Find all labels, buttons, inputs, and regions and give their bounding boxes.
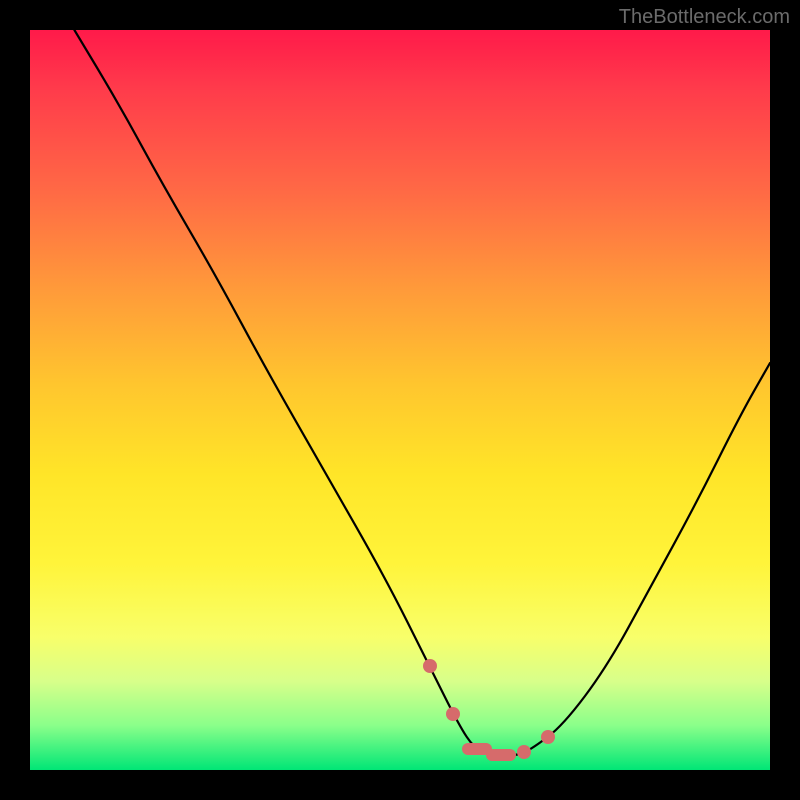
watermark-text: TheBottleneck.com bbox=[619, 6, 790, 29]
highlight-marker bbox=[517, 745, 531, 759]
chart-plot-area bbox=[30, 30, 770, 770]
highlight-marker bbox=[423, 659, 437, 673]
highlight-marker bbox=[541, 730, 555, 744]
highlight-marker bbox=[486, 749, 516, 761]
highlight-marker bbox=[446, 707, 460, 721]
highlight-markers-layer bbox=[30, 30, 770, 770]
